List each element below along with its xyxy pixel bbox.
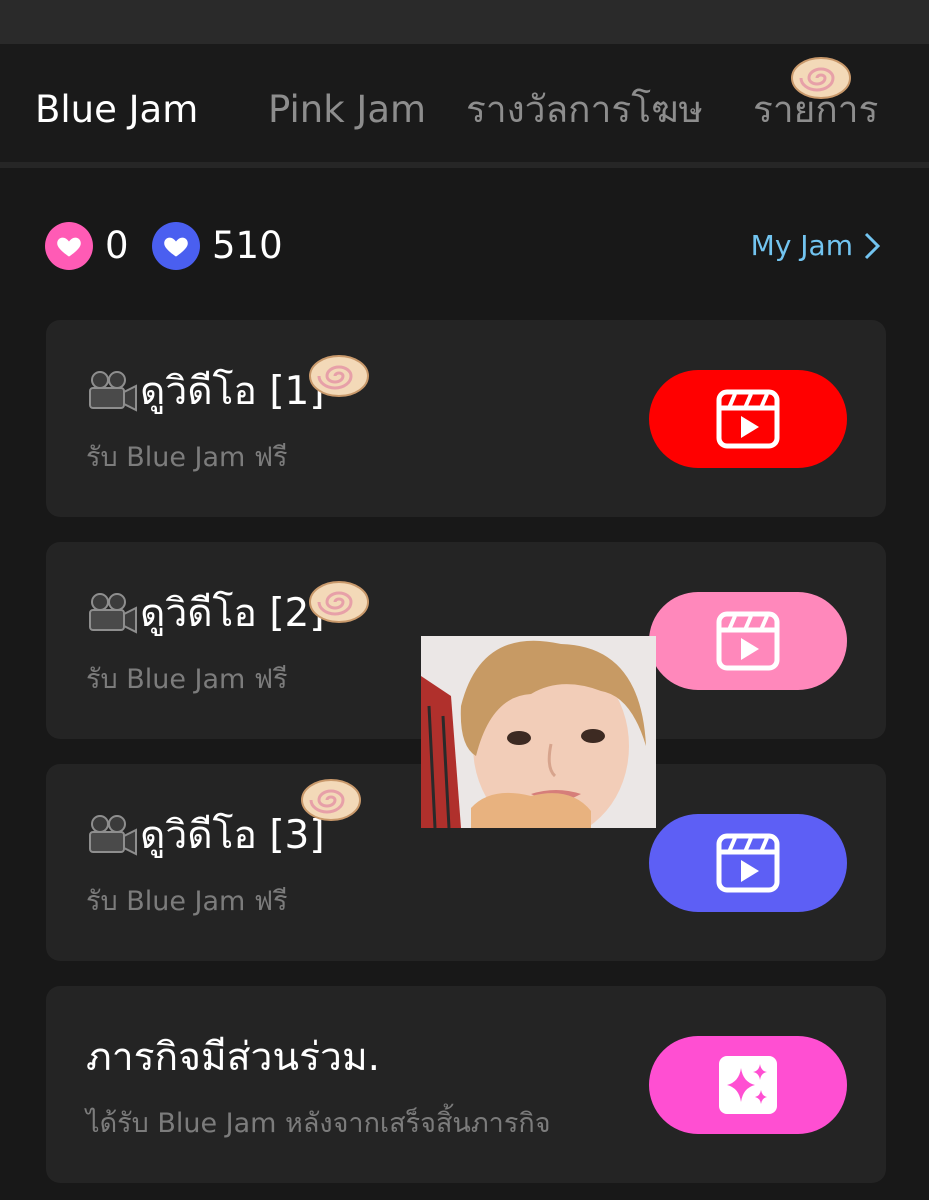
mission-button[interactable] xyxy=(649,1036,847,1134)
cinnamon-bun-icon xyxy=(791,57,851,99)
chevron-right-icon xyxy=(864,232,881,260)
face-photo-sticker xyxy=(421,636,656,828)
blue-jam-screen: Blue Jam Pink Jam รางวัลการโฆษ รายการ 0 … xyxy=(0,0,929,1200)
jam-balance-row: 0 510 My Jam xyxy=(0,218,929,274)
status-bar xyxy=(0,0,929,44)
card-subtitle: รับ Blue Jam ฟรี xyxy=(86,886,288,917)
video-clapper-icon xyxy=(716,611,780,671)
sparkles-icon xyxy=(719,1056,777,1114)
video-clapper-icon xyxy=(716,833,780,893)
cinnamon-bun-icon xyxy=(301,779,361,821)
movie-camera-icon xyxy=(89,815,137,856)
card-title: ดูวิดีโอ [2] xyxy=(86,588,325,640)
tab-pink-jam[interactable]: Pink Jam xyxy=(268,86,426,134)
tab-blue-jam[interactable]: Blue Jam xyxy=(35,86,198,134)
card-subtitle: ได้รับ Blue Jam หลังจากเสร็จสิ้นภารกิจ xyxy=(86,1108,551,1139)
video-clapper-icon xyxy=(716,389,780,449)
blue-jam-count: 510 xyxy=(212,224,283,267)
card-subtitle: รับ Blue Jam ฟรี xyxy=(86,442,288,473)
watch-video-button-1[interactable] xyxy=(649,370,847,468)
pink-heart-icon xyxy=(45,222,93,270)
blue-heart-icon xyxy=(152,222,200,270)
my-jam-link[interactable]: My Jam xyxy=(751,226,881,266)
watch-video-button-2[interactable] xyxy=(649,592,847,690)
my-jam-label: My Jam xyxy=(750,229,853,262)
card-title: ภารกิจมีส่วนร่วม. xyxy=(86,1035,381,1080)
movie-camera-icon xyxy=(89,371,137,412)
cinnamon-bun-icon xyxy=(309,581,369,623)
watch-video-card-1: ดูวิดีโอ [1] รับ Blue Jam ฟรี xyxy=(46,320,886,517)
movie-camera-icon xyxy=(89,593,137,634)
card-title: ดูวิดีโอ [1] xyxy=(86,366,325,418)
pink-jam-count: 0 xyxy=(105,224,129,267)
tab-ad-rewards[interactable]: รางวัลการโฆษ xyxy=(466,86,703,134)
watch-video-button-3[interactable] xyxy=(649,814,847,912)
card-title: ดูวิดีโอ [3] xyxy=(86,810,325,862)
tab-divider xyxy=(0,162,929,168)
engagement-mission-card: ภารกิจมีส่วนร่วม. ได้รับ Blue Jam หลังจา… xyxy=(46,986,886,1183)
cinnamon-bun-icon xyxy=(309,355,369,397)
card-subtitle: รับ Blue Jam ฟรี xyxy=(86,664,288,695)
